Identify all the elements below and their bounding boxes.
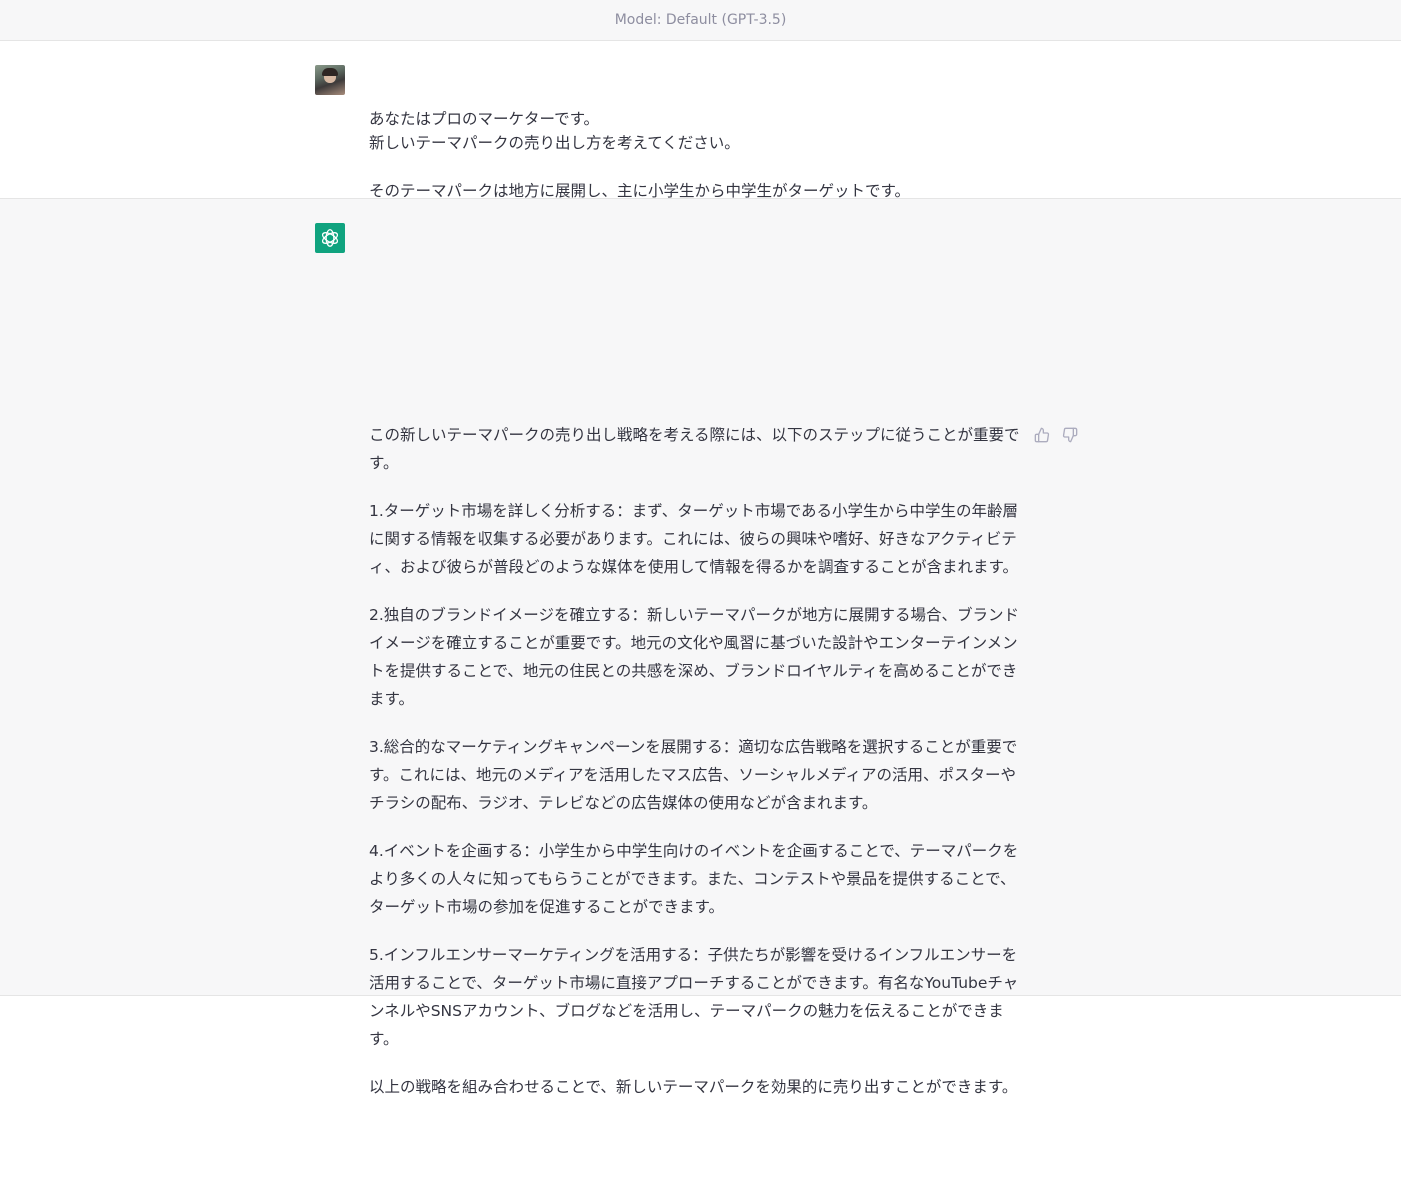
openai-logo-icon bbox=[321, 229, 339, 247]
assistant-paragraph: 1.ターゲット市場を詳しく分析する：まず、ターゲット市場である小学生から中学生の… bbox=[369, 502, 1019, 576]
assistant-paragraph: 4.イベントを企画する：小学生から中学生向けのイベントを企画することで、テーマパ… bbox=[369, 842, 1019, 916]
thumbs-down-icon bbox=[1062, 427, 1078, 443]
user-avatar bbox=[315, 65, 345, 95]
assistant-message-row: この新しいテーマパークの売り出し戦略を考える際には、以下のステップに従うことが重… bbox=[0, 199, 1401, 1096]
assistant-paragraph: 3.総合的なマーケティングキャンペーンを展開する：適切な広告戦略を選択することが… bbox=[369, 738, 1018, 812]
model-label: Model: Default (GPT-3.5) bbox=[614, 12, 787, 28]
thumbs-up-icon bbox=[1034, 427, 1050, 443]
user-avatar-photo bbox=[315, 65, 345, 95]
assistant-avatar bbox=[315, 223, 345, 253]
assistant-paragraph: 2.独自のブランドイメージを確立する：新しいテーマパークが地方に展開する場合、ブ… bbox=[369, 606, 1019, 708]
user-message-row: あなたはプロのマーケターです。 新しいテーマパークの売り出し方を考えてください。… bbox=[0, 41, 1401, 200]
feedback-buttons bbox=[1033, 426, 1079, 444]
thumbs-down-button[interactable] bbox=[1061, 426, 1079, 444]
model-header: Model: Default (GPT-3.5) bbox=[0, 0, 1401, 41]
user-message-text: あなたはプロのマーケターです。 新しいテーマパークの売り出し方を考えてください。… bbox=[369, 107, 1025, 203]
user-message-line: 新しいテーマパークの売り出し方を考えてください。 bbox=[369, 134, 740, 152]
assistant-paragraph: 5.インフルエンサーマーケティングを活用する：子供たちが影響を受けるインフルエン… bbox=[369, 946, 1019, 1048]
assistant-message-text: この新しいテーマパークの売り出し戦略を考える際には、以下のステップに従うことが重… bbox=[369, 421, 1025, 1101]
user-message-line: あなたはプロのマーケターです。 bbox=[369, 110, 600, 128]
assistant-paragraph: 以上の戦略を組み合わせることで、新しいテーマパークを効果的に売り出すことができま… bbox=[369, 1078, 1018, 1096]
assistant-paragraph: この新しいテーマパークの売り出し戦略を考える際には、以下のステップに従うことが重… bbox=[369, 426, 1020, 472]
thumbs-up-button[interactable] bbox=[1033, 426, 1051, 444]
